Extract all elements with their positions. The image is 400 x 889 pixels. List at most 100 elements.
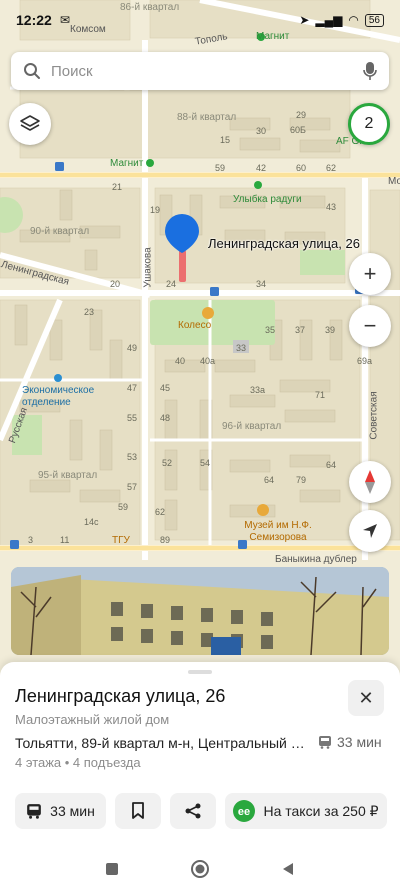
street-label: Баныкина дублер xyxy=(275,554,357,565)
sheet-grabber[interactable] xyxy=(188,670,212,674)
street-label: Ушакова xyxy=(142,247,154,288)
bookmark-icon xyxy=(132,802,144,819)
minus-icon: − xyxy=(363,313,377,338)
notification-icon: ✉ xyxy=(59,13,70,27)
status-bar: 12:22 ✉ ➤ ▂▄▆ ◠ 56 xyxy=(0,0,400,40)
zoom-out-button[interactable]: − xyxy=(349,305,391,347)
house-number: 64 xyxy=(326,460,337,470)
close-icon: ✕ xyxy=(358,687,374,708)
wifi-icon: ◠ xyxy=(348,13,359,27)
transit-time-value: 33 мин xyxy=(337,734,382,750)
place-title: Ленинградская улица, 26 xyxy=(15,686,226,706)
house-number: 52 xyxy=(162,458,173,468)
route-button[interactable]: 33 мин xyxy=(15,793,106,829)
house-number: 57 xyxy=(127,482,138,492)
home-icon[interactable] xyxy=(190,859,210,879)
building-photo-image xyxy=(11,567,389,655)
house-number: 40 xyxy=(175,356,186,366)
house-number: 11 xyxy=(60,535,70,545)
house-number: 47 xyxy=(127,383,138,393)
house-number: 59 xyxy=(215,163,226,173)
house-number: 15 xyxy=(220,135,231,145)
house-number: 3 xyxy=(28,535,34,545)
house-number: 62 xyxy=(326,163,337,173)
selected-place-label[interactable]: Ленинградская улица, 26 xyxy=(208,236,360,251)
house-number: 40а xyxy=(200,356,216,366)
compass-button[interactable] xyxy=(349,461,391,503)
house-number: 48 xyxy=(160,413,171,423)
house-number: 79 xyxy=(296,475,307,485)
route-time-label: 33 мин xyxy=(50,803,95,819)
poi-label[interactable]: Улыбка радуги xyxy=(233,194,302,205)
house-number: 35 xyxy=(265,325,276,335)
house-number: 29 xyxy=(296,110,307,120)
taxi-logo-icon: ee xyxy=(233,800,256,822)
my-location-button[interactable] xyxy=(349,510,391,552)
house-number: 45 xyxy=(160,383,171,393)
back-icon[interactable] xyxy=(280,861,296,877)
close-button[interactable]: ✕ xyxy=(348,680,384,716)
house-number: 20 xyxy=(110,279,121,289)
taxi-button[interactable]: ee На такси за 250 ₽ xyxy=(225,793,387,829)
street-label: Мо xyxy=(388,176,400,187)
signal-icon: ▂▄▆ xyxy=(315,13,343,27)
layers-count-badge[interactable]: 2 xyxy=(348,103,390,145)
district-label: 88-й квартал xyxy=(177,112,237,123)
house-number: 49 xyxy=(127,343,138,353)
place-type: Малоэтажный жилой дом xyxy=(15,712,170,727)
house-number: 43 xyxy=(326,202,337,212)
house-number: 34 xyxy=(256,279,267,289)
compass-icon xyxy=(365,470,375,494)
location-icon: ➤ xyxy=(299,13,310,27)
district-label: 90-й квартал xyxy=(30,226,90,237)
taxi-label: На такси за 250 ₽ xyxy=(263,802,379,819)
microphone-icon[interactable] xyxy=(363,61,377,81)
svg-text:ee: ee xyxy=(238,806,250,818)
house-number: 39 xyxy=(325,325,336,335)
poi-label[interactable]: Экономическое отделение xyxy=(22,385,112,409)
share-icon xyxy=(185,803,201,819)
house-number: 33а xyxy=(250,385,266,395)
recents-icon[interactable] xyxy=(104,861,120,877)
house-number: 24 xyxy=(166,279,177,289)
poi-label[interactable]: Колесо xyxy=(178,320,211,331)
search-bar[interactable] xyxy=(11,52,389,90)
poi-label[interactable]: Музей им Н.Ф. Семизорова xyxy=(228,520,328,544)
house-number: 62 xyxy=(155,507,166,517)
navigation-arrow-icon xyxy=(363,524,377,538)
district-label: 96-й квартал xyxy=(222,421,282,432)
house-number: 89 xyxy=(160,535,171,545)
house-number: 59 xyxy=(118,502,129,512)
system-navigation-bar xyxy=(0,848,400,889)
place-address: Тольятти, 89-й квартал м-н, Центральный … xyxy=(15,735,310,751)
battery-icon: 56 xyxy=(364,13,384,27)
place-photo[interactable] xyxy=(11,567,389,655)
district-label: 95-й квартал xyxy=(38,470,98,481)
house-number: 14с xyxy=(84,517,99,527)
search-input[interactable] xyxy=(51,62,363,80)
plus-icon: + xyxy=(363,261,377,286)
house-number: 55 xyxy=(127,413,138,423)
house-number: 21 xyxy=(112,182,123,192)
bus-icon xyxy=(319,736,331,749)
status-time: 12:22 xyxy=(16,12,52,28)
layers-icon xyxy=(20,115,40,131)
poi-label[interactable]: Магнит xyxy=(110,158,143,169)
bookmark-button[interactable] xyxy=(115,793,161,829)
poi-label[interactable]: ТГУ xyxy=(112,535,130,546)
house-number: 30 xyxy=(256,126,267,136)
house-number: 69а xyxy=(357,356,373,366)
house-number: 64 xyxy=(264,475,275,485)
zoom-in-button[interactable]: + xyxy=(349,253,391,295)
street-label: Советская xyxy=(368,391,380,440)
house-number: 71 xyxy=(315,390,326,400)
place-meta: 4 этажа • 4 подъезда xyxy=(15,755,141,770)
search-icon xyxy=(24,63,40,79)
house-number: 33 xyxy=(236,343,247,353)
house-number: 19 xyxy=(150,205,161,215)
house-number: 53 xyxy=(127,452,138,462)
action-row: 33 мин ee На такси за 250 ₽ xyxy=(15,793,387,829)
layers-button[interactable] xyxy=(9,103,51,145)
house-number: 42 xyxy=(256,163,267,173)
share-button[interactable] xyxy=(170,793,216,829)
